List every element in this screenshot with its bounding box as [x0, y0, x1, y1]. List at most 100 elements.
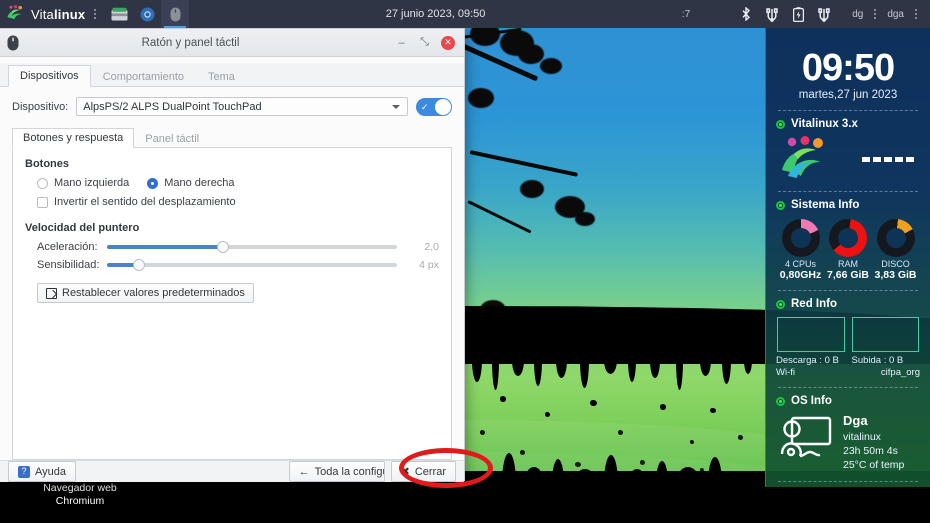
download-label: Descarga : 0 B [776, 355, 839, 366]
status-led-icon [776, 299, 785, 309]
section-red: Red Info [776, 298, 920, 310]
acceleration-slider[interactable] [107, 241, 397, 253]
user-indicator-1[interactable]: dg [852, 9, 863, 20]
dialog-titlebar[interactable]: Ratón y panel táctil – ⤡ ✕ [0, 29, 464, 57]
section-red-label: Red Info [791, 298, 837, 310]
file-manager-icon[interactable] [105, 0, 133, 28]
gauge-cpu-value: 0,80GHz [779, 269, 822, 281]
device-select-value: AlpsPS/2 ALPS DualPoint TouchPad [83, 100, 262, 113]
gauge-ram-label: RAM [838, 259, 858, 269]
close-window-button[interactable]: ✕ [441, 35, 455, 50]
gauge-disk-ring [876, 219, 915, 257]
os-info-text: Dga vitalinux 23h 50m 4s 25°C of temp [843, 414, 904, 472]
status-led-icon [776, 200, 785, 210]
vertical-dots-icon[interactable] [870, 5, 880, 23]
invert-scroll-checkbox[interactable]: Invertir el sentido del desplazamiento [37, 196, 439, 208]
divider [778, 290, 918, 291]
gauge-cpu-ring [781, 219, 820, 257]
sensitivity-row: Sensibilidad: 4 px [37, 259, 439, 271]
computer-user-icon [776, 414, 834, 465]
gauge-disk-value: 3,83 GiB [874, 269, 917, 281]
acceleration-row: Aceleración: 2,0 [37, 241, 439, 253]
pointer-group-title: Velocidad del puntero [25, 222, 140, 234]
sensitivity-slider[interactable] [107, 259, 397, 271]
device-enable-toggle[interactable]: ✓ [416, 97, 452, 116]
conky-clock: 09:50 [801, 47, 895, 89]
radio-right-handed[interactable]: Mano derecha [147, 177, 235, 189]
sensitivity-value: 4 px [419, 259, 439, 271]
network-rate-labels: Descarga : 0 B Subida : 0 B [776, 355, 920, 366]
device-select[interactable]: AlpsPS/2 ALPS DualPoint TouchPad [76, 97, 408, 116]
connection-type: Wi-fi [776, 367, 795, 378]
maximize-button[interactable]: ⤡ [418, 36, 431, 49]
tab-panel-tactil[interactable]: Panel táctil [134, 129, 210, 148]
conky-date: martes,27 jun 2023 [798, 89, 898, 101]
device-label: Dispositivo: [12, 100, 69, 113]
buttons-panel-body: Botones Mano izquierda Mano derecha Inve… [12, 148, 452, 460]
checkbox-icon [37, 196, 48, 208]
dialog-title: Ratón y panel táctil [141, 36, 240, 49]
usb-icon[interactable] [760, 0, 784, 28]
divider [778, 387, 918, 388]
question-mark-icon: ? [18, 465, 30, 478]
handedness-radio-group: Mano izquierda Mano derecha [37, 177, 439, 189]
gauge-ram-ring [829, 219, 867, 257]
help-button[interactable]: ? Ayuda [8, 461, 76, 482]
vitalinux-logo-icon[interactable] [6, 4, 26, 24]
arrow-left-icon: ← [298, 465, 310, 478]
desktop-icon-label-line1: Navegador web [43, 482, 117, 494]
desktop-icon-chromium[interactable]: Navegador web Chromium [10, 482, 150, 508]
network-graphs [777, 317, 919, 352]
section-vitalinux: Vitalinux 3.x [776, 118, 920, 130]
device-inner-tabs: Botones y respuesta Panel táctil [12, 126, 452, 148]
vertical-dots-icon[interactable] [90, 5, 100, 23]
reset-defaults-button[interactable]: Restablecer valores predeterminados [37, 283, 254, 303]
upload-graph [851, 317, 919, 352]
desktop-icon-label-line2: Chromium [55, 495, 105, 507]
tab-botones-y-respuesta[interactable]: Botones y respuesta [12, 128, 135, 148]
vitalinux-logo-row [778, 135, 918, 183]
minimize-button[interactable]: – [395, 36, 408, 49]
section-sistema-label: Sistema Info [791, 199, 860, 211]
panel-clock[interactable]: 27 junio 2023, 09:50 [189, 8, 682, 20]
vertical-dots-icon[interactable] [911, 5, 921, 23]
chromium-icon[interactable] [133, 0, 161, 28]
window-list-label[interactable]: :7 [682, 9, 690, 20]
top-panel: Vitalinux 27 junio 2023, 09:50 :7 dg dga [0, 0, 930, 28]
tab-tema[interactable]: Tema [196, 66, 247, 87]
brand-label-bold: linux [53, 6, 86, 22]
mouse-settings-dialog: Ratón y panel táctil – ⤡ ✕ Dispositivos … [0, 28, 465, 482]
close-button-label: Cerrar [414, 465, 446, 478]
close-x-icon: ✖ [400, 466, 410, 478]
all-settings-button[interactable]: ← Toda la configuració [288, 461, 385, 482]
divider [778, 481, 918, 482]
close-button[interactable]: ✖ Cerrar [390, 461, 456, 482]
section-os: OS Info [776, 395, 920, 407]
tab-comportamiento[interactable]: Comportamiento [91, 66, 196, 87]
radio-circle-icon [147, 177, 159, 189]
radio-left-handed[interactable]: Mano izquierda [37, 177, 129, 189]
acceleration-value: 2,0 [424, 241, 439, 253]
buttons-group-title: Botones [25, 158, 69, 170]
sensitivity-label: Sensibilidad: [37, 259, 100, 271]
tab-dispositivos[interactable]: Dispositivos [8, 65, 91, 87]
os-uptime: 23h 50m 4s [843, 445, 898, 457]
device-row: Dispositivo: AlpsPS/2 ALPS DualPoint Tou… [0, 87, 464, 122]
gauge-ram: RAM 7,66 GiB [826, 219, 871, 281]
bluetooth-icon[interactable] [734, 0, 758, 28]
brand-label: Vitalinux [31, 7, 85, 22]
help-button-label: Ayuda [35, 465, 66, 478]
section-vitalinux-label: Vitalinux 3.x [791, 118, 858, 130]
network-name: cifpa_org [880, 367, 920, 378]
mouse-settings-icon[interactable] [161, 0, 190, 28]
slider-knob[interactable] [217, 241, 229, 253]
chevron-down-icon [392, 105, 400, 109]
all-settings-label: Toda la configuració [314, 465, 384, 478]
section-sistema: Sistema Info [776, 199, 920, 211]
slider-knob[interactable] [132, 259, 145, 271]
battery-icon[interactable] [786, 0, 810, 28]
gauge-ram-value: 7,66 GiB [826, 269, 870, 281]
user-indicator-2[interactable]: dga [887, 9, 904, 20]
vitalinux-runner-logo [778, 135, 834, 183]
usb-icon[interactable] [812, 0, 836, 28]
